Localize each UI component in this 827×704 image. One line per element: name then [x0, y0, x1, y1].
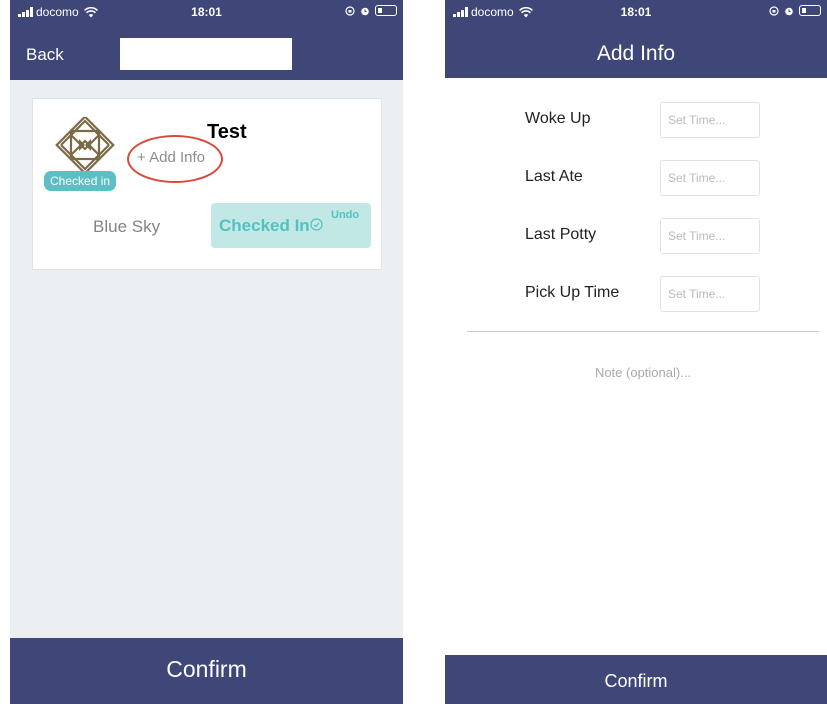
- alarm-icon: [785, 7, 793, 15]
- confirm-button[interactable]: Confirm: [10, 638, 403, 704]
- form-row-last-ate: Last Ate: [445, 160, 827, 196]
- status-right: [769, 5, 821, 16]
- room-name: Blue Sky: [93, 217, 161, 236]
- page-title: Add Info: [596, 42, 676, 65]
- field-label: Last Ate: [525, 168, 583, 185]
- form-row-last-potty: Last Potty: [445, 218, 827, 254]
- form-row-pick-up-time: Pick Up Time: [445, 276, 827, 312]
- pick-up-time-input[interactable]: [660, 276, 760, 312]
- field-label: Woke Up: [525, 110, 591, 127]
- battery-icon: [375, 5, 397, 16]
- lock-rotation-icon: [345, 5, 355, 16]
- field-label: Pick Up Time: [525, 284, 620, 301]
- confirm-button[interactable]: Confirm: [445, 655, 827, 704]
- right-header: docomo 18:01 Add Info: [445, 0, 827, 78]
- header-search-box[interactable]: [120, 38, 292, 70]
- child-card: Checked in Test + Add Info Blue Sky Chec…: [32, 98, 382, 270]
- check-in-screen: docomo 18:01 Back Checked in Test + Add …: [10, 0, 403, 704]
- back-button[interactable]: Back: [26, 45, 64, 65]
- avatar-pattern-icon: [55, 117, 115, 175]
- battery-icon: [799, 5, 821, 16]
- divider: [467, 331, 819, 332]
- add-info-button[interactable]: + Add Info: [137, 149, 205, 166]
- left-header: docomo 18:01 Back: [10, 0, 403, 80]
- note-input[interactable]: [467, 352, 819, 392]
- status-badge: Checked in: [44, 171, 117, 191]
- checked-in-label: Checked In: [219, 216, 310, 235]
- form-row-woke-up: Woke Up: [445, 102, 827, 138]
- status-bar: docomo 18:01: [10, 0, 403, 24]
- woke-up-time-input[interactable]: [660, 102, 760, 138]
- status-bar: docomo 18:01: [445, 0, 827, 24]
- field-label: Last Potty: [525, 226, 597, 243]
- last-potty-time-input[interactable]: [660, 218, 760, 254]
- last-ate-time-input[interactable]: [660, 160, 760, 196]
- undo-button[interactable]: Undo: [331, 209, 359, 221]
- status-right: [345, 5, 397, 16]
- alarm-icon: [361, 7, 369, 15]
- add-info-screen: docomo 18:01 Add Info Woke Up Set Time..…: [445, 0, 827, 704]
- checked-in-button[interactable]: Checked In Undo: [211, 203, 371, 248]
- check-circle-icon: [310, 218, 323, 231]
- lock-rotation-icon: [769, 5, 779, 16]
- child-name: Test: [207, 121, 247, 143]
